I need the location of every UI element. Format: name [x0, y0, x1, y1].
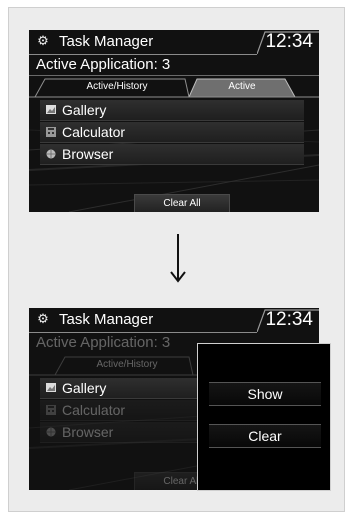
calculator-icon: [46, 127, 56, 137]
list-item-gallery[interactable]: Gallery: [40, 100, 304, 121]
app-label: Gallery: [62, 380, 107, 396]
header-bar: ⚙ Task Manager 12:34: [29, 308, 319, 334]
task-manager-screen-before: ⚙ Task Manager 12:34 Active Application:…: [29, 30, 319, 212]
app-list: Gallery Calculator Browser: [40, 100, 304, 166]
tab-bar: Active/History Active: [29, 76, 319, 98]
active-app-count: Active Application: 3: [36, 334, 171, 351]
active-app-count: Active Application: 3: [36, 56, 171, 73]
app-label: Browser: [62, 146, 114, 162]
app-label: Gallery: [62, 102, 107, 118]
calculator-icon: [46, 405, 56, 415]
app-label: Calculator: [62, 402, 126, 418]
clock: 12:34: [265, 309, 313, 330]
app-label: Browser: [62, 424, 114, 440]
tab-active[interactable]: Active: [197, 78, 287, 96]
gallery-icon: [46, 383, 56, 392]
tab-active-history[interactable]: Active/History: [65, 356, 189, 374]
header-divider: [29, 54, 257, 55]
context-popup: Show Clear: [197, 343, 331, 491]
header-bar: ⚙ Task Manager 12:34: [29, 30, 319, 56]
header-divider: [29, 332, 257, 333]
gear-icon: ⚙: [37, 33, 49, 48]
down-arrow-icon: [170, 234, 186, 283]
show-button[interactable]: Show: [209, 382, 321, 406]
list-item-calculator[interactable]: Calculator: [40, 122, 304, 143]
tab-active-history[interactable]: Active/History: [49, 78, 185, 96]
clear-all-button[interactable]: Clear All: [134, 194, 230, 212]
page-title: Task Manager: [59, 33, 154, 50]
gear-icon: ⚙: [37, 311, 49, 326]
page-title: Task Manager: [59, 311, 154, 328]
clock: 12:34: [265, 31, 313, 52]
app-label: Calculator: [62, 124, 126, 140]
clear-button[interactable]: Clear: [209, 424, 321, 448]
list-item-browser[interactable]: Browser: [40, 144, 304, 165]
browser-icon: [46, 149, 56, 159]
gallery-icon: [46, 105, 56, 114]
browser-icon: [46, 427, 56, 437]
